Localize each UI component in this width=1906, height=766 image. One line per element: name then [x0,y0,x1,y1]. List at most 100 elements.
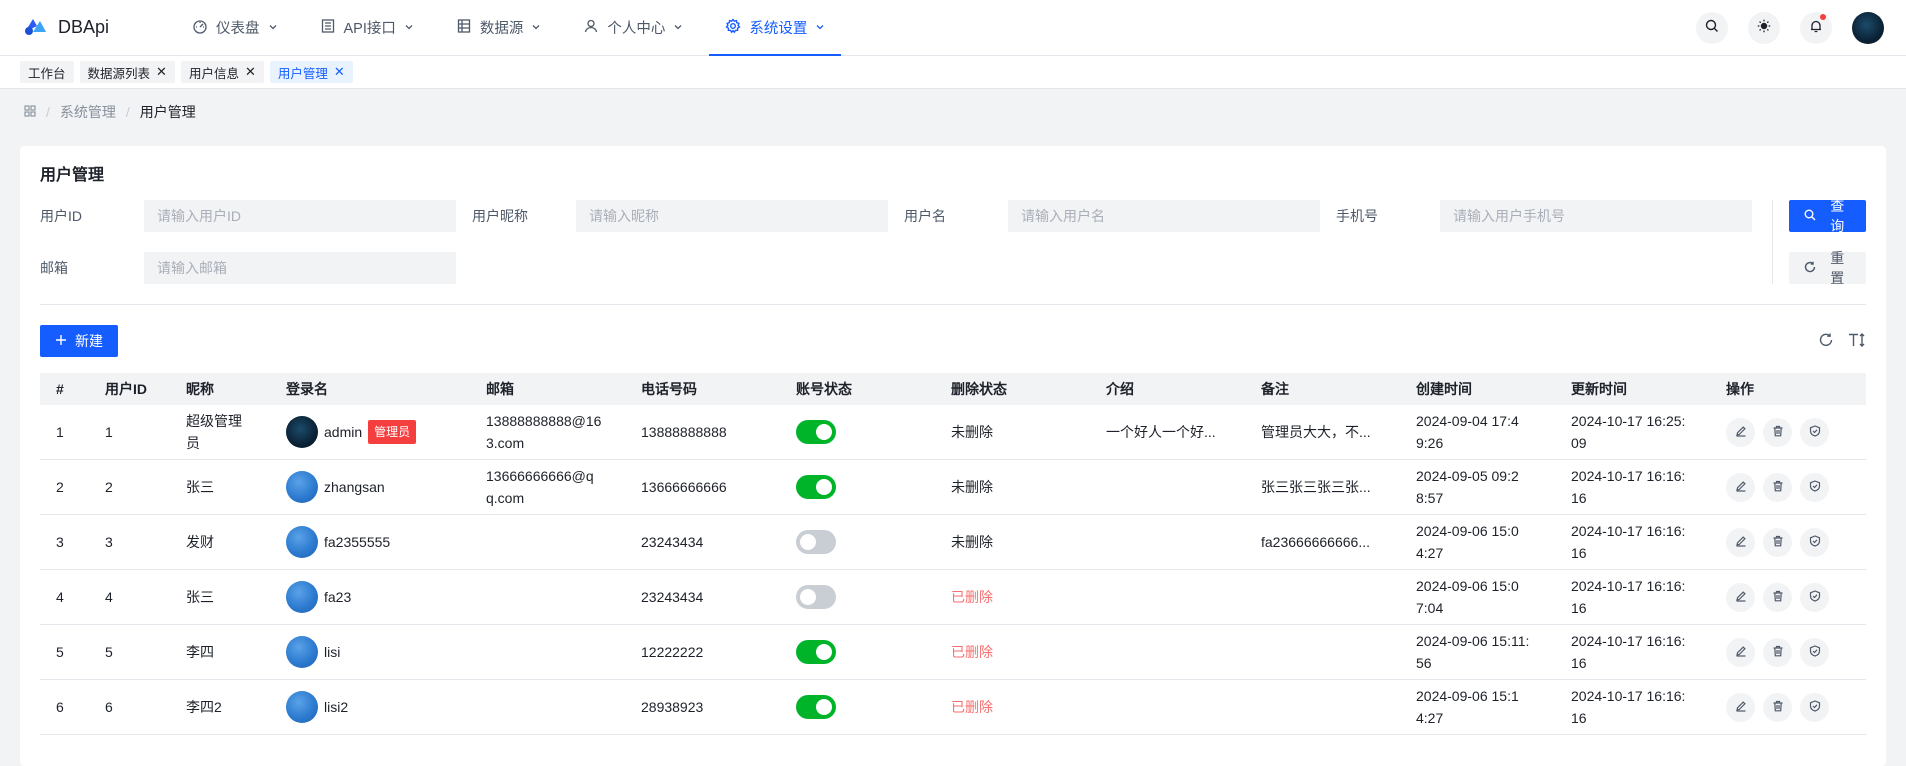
row-index: 3 [56,534,64,550]
close-icon[interactable]: ✕ [156,64,167,80]
shield-check-icon [1809,586,1821,608]
field-label: 用户昵称 [472,208,528,224]
query-button[interactable]: 查询 [1788,198,1866,234]
nav-label: 系统设置 [749,21,808,37]
row-index: 6 [56,699,64,715]
permission-button[interactable] [1800,527,1829,557]
user-avatar[interactable] [1852,11,1884,44]
table-body: 1 1 超级管理 员 admin 管理员 13888888888@16 3.com 1… [40,405,1866,735]
remark-cell: 张三张三张三张... [1261,479,1371,495]
sun-icon [1757,19,1771,36]
tab-datasource-list[interactable]: 数据源列表 ✕ [79,61,175,83]
nickname-input[interactable] [576,200,888,232]
email-cell: 13666666666@q q.com [486,468,594,506]
close-icon[interactable]: ✕ [245,64,256,80]
delete-button[interactable] [1763,417,1792,447]
delete-button[interactable] [1763,527,1792,557]
nav-item-api[interactable]: API接口 [304,0,430,56]
avatar[interactable] [286,526,318,558]
role-badge: 管理员 [368,420,417,444]
edit-button[interactable] [1726,417,1755,447]
breadcrumb-parent[interactable]: 系统管理 [60,102,116,122]
switch-knob [816,479,832,495]
email-input[interactable] [144,252,456,284]
brand[interactable]: DBApi [22,16,152,39]
updated-time-cell: 2024-10-17 16:16: 16 [1571,633,1686,671]
theme-toggle-button[interactable] [1748,11,1780,44]
refresh-icon [1804,260,1816,276]
edit-icon [1735,531,1747,553]
edit-button[interactable] [1726,582,1755,612]
delete-status-cell: 已删除 [951,589,993,605]
account-status-switch[interactable] [796,640,836,664]
edit-button[interactable] [1726,527,1755,557]
nav-item-dashboard[interactable]: 仪表盘 [176,0,294,56]
delete-status-cell: 未删除 [951,534,993,550]
nav-item-profile[interactable]: 个人中心 [567,0,699,56]
username-input[interactable] [1008,200,1320,232]
density-icon[interactable] [1848,332,1866,351]
column-header: 介绍 [1106,381,1134,397]
permission-button[interactable] [1800,417,1829,447]
avatar[interactable] [286,416,318,448]
tab-user-info[interactable]: 用户信息 ✕ [180,61,264,83]
table-toolbar: 新建 [40,325,1866,357]
nav-item-datasource[interactable]: 数据源 [440,0,558,56]
field-label: 用户ID [40,208,82,224]
tab-label: 数据源列表 [87,66,151,81]
row-index: 1 [56,424,64,440]
refresh-icon[interactable] [1818,332,1834,351]
nav-item-settings[interactable]: 系统设置 [709,0,842,56]
edit-button[interactable] [1726,472,1755,502]
trash-icon [1772,531,1784,553]
avatar[interactable] [286,581,318,613]
delete-status-cell: 已删除 [951,644,993,660]
page-title: 用户管理 [40,167,105,184]
phone-cell: 28938923 [641,699,704,715]
actions-cell [1710,582,1866,612]
tab-bar: 工作台 数据源列表 ✕ 用户信息 ✕ 用户管理 ✕ [0,56,1906,89]
delete-button[interactable] [1763,582,1792,612]
permission-button[interactable] [1800,472,1829,502]
chevron-down-icon [815,20,825,36]
reset-button[interactable]: 重置 [1788,250,1866,286]
edit-button[interactable] [1726,637,1755,667]
user-icon [583,18,599,38]
remark-cell: fa23666666666... [1261,534,1370,550]
avatar[interactable] [286,471,318,503]
edit-button[interactable] [1726,692,1755,722]
form-item-nickname: 用户昵称 [472,200,904,232]
permission-button[interactable] [1800,582,1829,612]
close-icon[interactable]: ✕ [334,64,345,80]
apps-icon[interactable] [24,104,36,120]
top-navbar: DBApi 仪表盘 API接口 数据源 个人中心 系统设置 [0,0,1906,56]
table-row: 2 2 张三 zhangsan 13666666666@q q.com 1366666… [40,460,1866,515]
account-status-switch[interactable] [796,585,836,609]
avatar[interactable] [286,636,318,668]
permission-button[interactable] [1800,637,1829,667]
user-id-input[interactable] [144,200,456,232]
delete-button[interactable] [1763,637,1792,667]
phone-input[interactable] [1440,200,1752,232]
account-status-switch[interactable] [796,475,836,499]
account-status-cell [780,420,935,444]
row-index: 2 [56,479,64,495]
column-header: # [56,381,64,397]
breadcrumb: / 系统管理 / 用户管理 [0,89,1906,135]
tab-workbench[interactable]: 工作台 [20,61,74,83]
updated-time-cell: 2024-10-17 16:16: 16 [1571,523,1686,561]
account-status-switch[interactable] [796,695,836,719]
avatar[interactable] [286,691,318,723]
account-status-switch[interactable] [796,530,836,554]
delete-button[interactable] [1763,692,1792,722]
notification-button[interactable] [1800,11,1832,44]
login-name: admin [324,424,363,440]
delete-button[interactable] [1763,472,1792,502]
tab-user-management[interactable]: 用户管理 ✕ [269,61,353,83]
actions-cell [1710,417,1866,447]
global-search-button[interactable] [1696,11,1728,44]
account-status-switch[interactable] [796,420,836,444]
permission-button[interactable] [1800,692,1829,722]
row-index: 4 [56,589,64,605]
new-user-button[interactable]: 新建 [40,325,118,357]
